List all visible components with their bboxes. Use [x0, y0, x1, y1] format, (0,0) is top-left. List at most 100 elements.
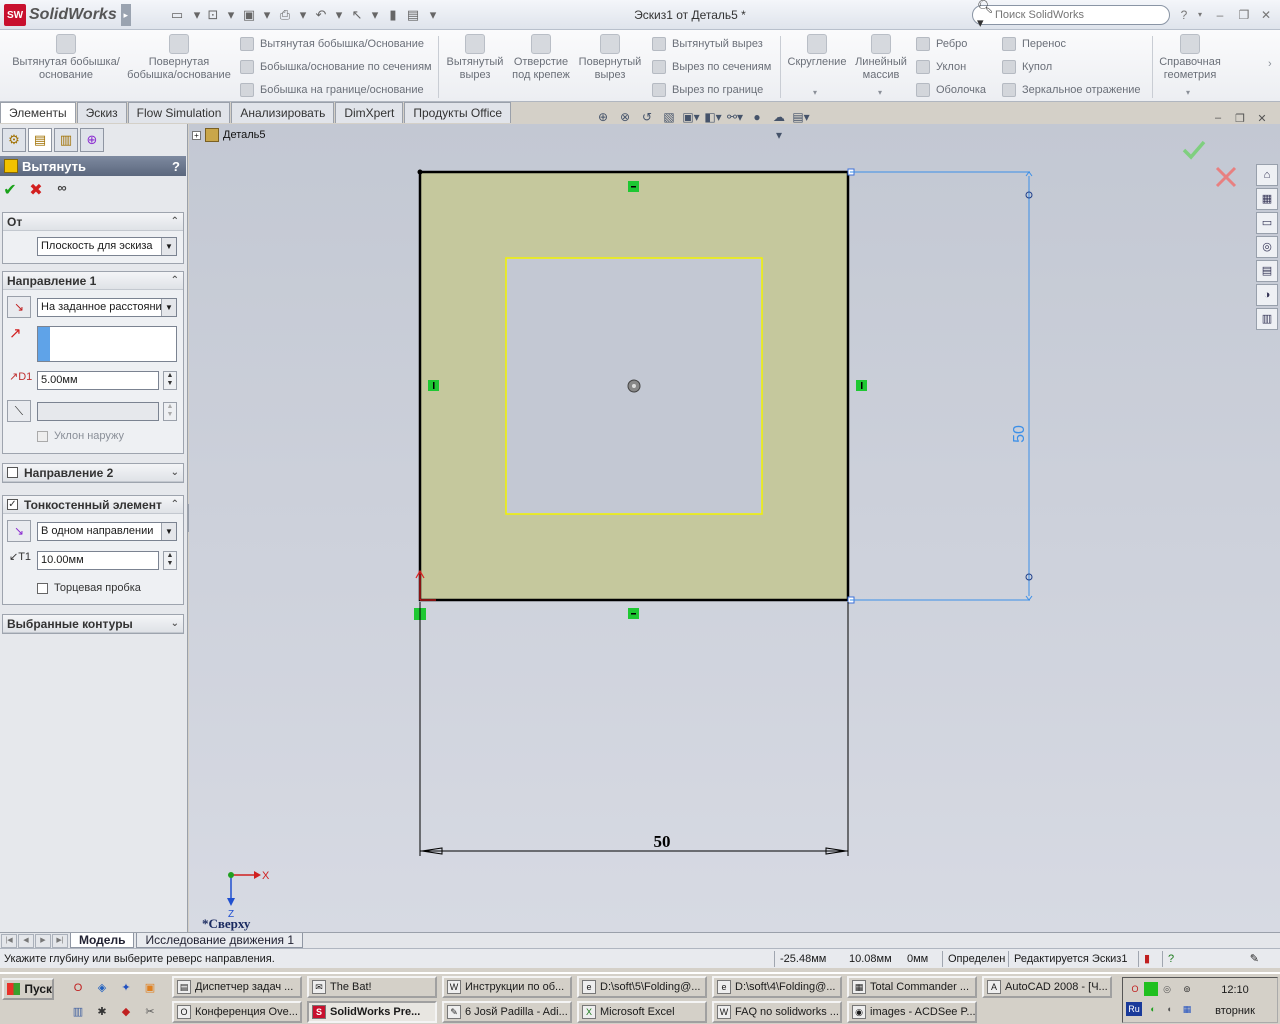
- rib-button[interactable]: Ребро: [916, 35, 967, 53]
- tray-app-icon[interactable]: ◎: [1160, 982, 1174, 996]
- swept-cut-button[interactable]: Вытянутый вырез: [652, 35, 763, 53]
- search-input[interactable]: [995, 9, 1155, 21]
- reference-geometry-dropdown-icon[interactable]: ▾: [1186, 88, 1190, 97]
- taskbar-item[interactable]: W FAQ no solidworks ...: [712, 1001, 842, 1023]
- from-select[interactable]: Плоскость для эскиза ▼: [37, 237, 177, 256]
- rebuild-status-icon[interactable]: ▮: [1138, 950, 1162, 967]
- quicklaunch-app-icon[interactable]: ✱: [94, 1004, 110, 1020]
- ribbon-scroll-right-icon[interactable]: ›: [1268, 58, 1272, 70]
- horizontal-dimension-value[interactable]: 50: [654, 832, 671, 851]
- vertical-dimension-value[interactable]: 50: [1011, 425, 1028, 443]
- fillet-button[interactable]: Скругление: [784, 34, 850, 69]
- extrude-boss-button[interactable]: Вытянутая бобышка/основание: [10, 34, 122, 82]
- thickness-input[interactable]: 10.00мм: [37, 551, 159, 570]
- cap-ends-checkbox[interactable]: Торцевая пробка: [37, 582, 141, 594]
- linear-pattern-button[interactable]: Линейный массив: [852, 34, 910, 82]
- design-library-icon[interactable]: ▦: [1256, 188, 1278, 210]
- group-selected-contours-header[interactable]: Выбранные контуры ⌄: [3, 615, 183, 633]
- taskbar-item[interactable]: ▤ Диспетчер задач ...: [172, 976, 302, 998]
- configuration-manager-tab-icon[interactable]: ▥: [54, 128, 78, 152]
- options-dropdown-icon[interactable]: ▾: [424, 6, 442, 24]
- tray-app-icon[interactable]: O: [1128, 982, 1142, 996]
- volume-icon[interactable]: ◖: [1162, 1002, 1176, 1016]
- pm-help-icon[interactable]: ?: [172, 159, 180, 174]
- print-dropdown-icon[interactable]: ▾: [294, 6, 312, 24]
- next-tab-icon[interactable]: ▶: [35, 933, 51, 948]
- shell-button[interactable]: Оболочка: [916, 81, 986, 99]
- options-icon[interactable]: ▤: [404, 6, 422, 24]
- print-icon[interactable]: ⎙: [276, 6, 294, 24]
- thickness-spinner-icon[interactable]: ▲ ▼: [163, 551, 177, 570]
- open-icon[interactable]: ⊡: [204, 6, 222, 24]
- linear-pattern-dropdown-icon[interactable]: ▾: [878, 88, 882, 97]
- hole-wizard-button[interactable]: Отверстие под крепеж: [510, 34, 572, 82]
- undo-dropdown-icon[interactable]: ▾: [330, 6, 348, 24]
- taskbar-item[interactable]: O Конференция Ove...: [172, 1001, 302, 1023]
- search-box[interactable]: 🔍︎▾: [972, 0, 1170, 30]
- depth-input[interactable]: 5.00мм: [37, 371, 159, 390]
- open-dropdown-icon[interactable]: ▾: [222, 6, 240, 24]
- tab-evaluate[interactable]: Анализировать: [231, 102, 335, 123]
- restore-icon[interactable]: ❐: [1236, 7, 1252, 23]
- quicklaunch-app-icon[interactable]: ◈: [94, 980, 110, 996]
- help-dropdown-icon[interactable]: ▾: [1192, 7, 1208, 23]
- group-from-header[interactable]: От ⌃: [3, 213, 183, 231]
- start-button[interactable]: Пуск: [2, 978, 54, 1000]
- select-cursor-icon[interactable]: ↖: [348, 6, 366, 24]
- thin-feature-checkbox[interactable]: ✓: [7, 499, 18, 510]
- first-tab-icon[interactable]: |◀: [1, 933, 17, 948]
- taskbar-item-active[interactable]: S SolidWorks Pre...: [307, 1001, 437, 1023]
- direction-selection-box[interactable]: [37, 326, 177, 362]
- home-icon[interactable]: ⌂: [1256, 164, 1278, 186]
- quicklaunch-app-icon[interactable]: ◆: [118, 1004, 134, 1020]
- tab-features[interactable]: Элементы: [0, 102, 76, 123]
- loft-cut-button[interactable]: Вырез по сечениям: [652, 58, 771, 76]
- file-explorer-icon[interactable]: ▭: [1256, 212, 1278, 234]
- reverse-direction-icon[interactable]: ↘: [7, 296, 31, 318]
- taskbar-item[interactable]: e D:\soft\4\Folding@...: [712, 976, 842, 998]
- preview-glasses-icon[interactable]: ∞: [54, 180, 70, 200]
- new-document-icon[interactable]: ▭: [168, 6, 186, 24]
- depth-spinner-icon[interactable]: ▲ ▼: [163, 371, 177, 390]
- quick-tips-icon[interactable]: ✎: [1186, 951, 1264, 967]
- tab-model[interactable]: Модель: [70, 933, 135, 948]
- close-icon[interactable]: ✕: [1258, 7, 1274, 23]
- thin-type-select[interactable]: В одном направлении ▼: [37, 522, 177, 541]
- undo-icon[interactable]: ↶: [312, 6, 330, 24]
- group-direction-1-header[interactable]: Направление 1 ⌃: [3, 272, 183, 290]
- quicklaunch-app-icon[interactable]: ▣: [142, 980, 158, 996]
- solidworks-logo[interactable]: SW SolidWorks ▸: [4, 4, 131, 26]
- group-direction-2-header[interactable]: Направление 2 ⌄: [3, 464, 183, 482]
- extrude-cut-button[interactable]: Вытянутый вырез: [444, 34, 506, 82]
- save-dropdown-icon[interactable]: ▾: [258, 6, 276, 24]
- end-condition-select[interactable]: На заданное расстояние ▼: [37, 298, 177, 317]
- loft-boss-button[interactable]: Бобышка/основание по сечениям: [240, 58, 432, 76]
- select-dropdown-icon[interactable]: ▾: [366, 6, 384, 24]
- group-thin-feature-header[interactable]: ✓ Тонкостенный элемент ⌃: [3, 496, 183, 514]
- taskbar-item[interactable]: A AutoCAD 2008 - [Ч...: [982, 976, 1112, 998]
- rebuild-icon[interactable]: ▮: [384, 6, 402, 24]
- search-icon[interactable]: 🔍︎▾: [977, 0, 995, 31]
- direction-2-checkbox[interactable]: [7, 467, 18, 478]
- swept-boss-button[interactable]: Вытянутая бобышка/Основание: [240, 35, 424, 53]
- quicklaunch-app-icon[interactable]: ✦: [118, 980, 134, 996]
- tab-sketch[interactable]: Эскиз: [76, 102, 127, 123]
- prev-tab-icon[interactable]: ◀: [18, 933, 34, 948]
- search-results-icon[interactable]: ◎: [1256, 236, 1278, 258]
- tab-dimxpert[interactable]: DimXpert: [335, 102, 404, 123]
- taskbar-item[interactable]: ✎ 6 Josй Padilla - Adi...: [442, 1001, 572, 1023]
- taskbar-item[interactable]: ✉ The Bat!: [307, 976, 437, 998]
- property-manager-tab-icon[interactable]: ▤: [28, 128, 52, 152]
- quicklaunch-app-icon[interactable]: ✂: [142, 1004, 158, 1020]
- help-button[interactable]: ?: [1176, 7, 1192, 23]
- boundary-cut-button[interactable]: Вырез по границе: [652, 81, 763, 99]
- menu-flyout-arrow-icon[interactable]: ▸: [120, 4, 131, 26]
- mirror-button[interactable]: Зеркальное отражение: [1002, 81, 1141, 99]
- taskbar-item[interactable]: ◉ images - ACDSee P...: [847, 1001, 977, 1023]
- thin-reverse-icon[interactable]: ↘: [7, 520, 31, 542]
- save-icon[interactable]: ▣: [240, 6, 258, 24]
- opera-icon[interactable]: O: [70, 980, 86, 996]
- custom-properties-icon[interactable]: ▥: [1256, 308, 1278, 330]
- boundary-boss-button[interactable]: Бобышка на границе/основание: [240, 81, 424, 99]
- revolve-cut-button[interactable]: Повернутый вырез: [576, 34, 644, 82]
